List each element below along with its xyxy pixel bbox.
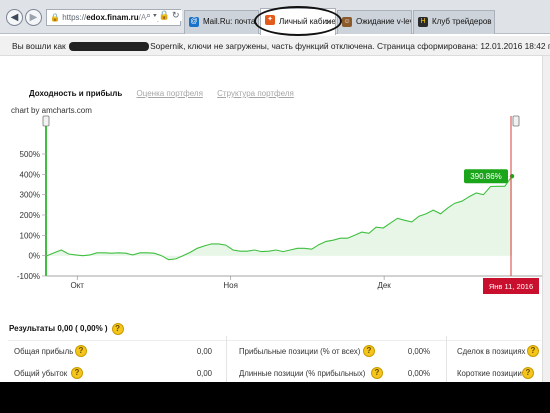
help-icon[interactable]: ?: [522, 367, 534, 379]
tab-mail-ru[interactable]: @ Mail.Ru: почта, пои...: [184, 10, 259, 34]
results-row: Общий убыток ? 0,00 Длинные позиции (% п…: [0, 367, 540, 381]
mail-ru-icon: @: [189, 17, 199, 27]
y-tick-label: -100%: [17, 272, 40, 281]
tab-waiting[interactable]: ☺ Ожидание v-levch...: [337, 10, 412, 34]
results-divider: [8, 340, 541, 341]
wait-icon: ☺: [342, 17, 352, 27]
results-row: Общая прибыль ? 0,00 Прибыльные позиции …: [0, 345, 540, 359]
tab-traders-club[interactable]: H Клуб трейдеров s...: [413, 10, 495, 34]
yield-chart-svg: -100% 0% 100% 200% 300% 400% 500% Окт Ноя Дек 39…: [17, 115, 542, 294]
back-arrow-icon: ◀: [10, 12, 19, 23]
tab-label: Mail.Ru: почта, пои...: [203, 17, 258, 26]
long-positions-value: 0,00%: [407, 369, 430, 378]
traders-club-icon: H: [418, 17, 428, 27]
hand-drawn-circle: [254, 6, 342, 36]
scroll-handle-left: [42, 115, 50, 127]
notice-prefix: Вы вошли как: [12, 41, 66, 51]
y-tick-label: 400%: [20, 170, 40, 179]
trades-in-positions-label: Сделок в позициях: [457, 347, 526, 356]
tab-label: Клуб трейдеров s...: [432, 17, 494, 26]
help-icon[interactable]: ?: [71, 367, 83, 379]
y-tick-label: 0%: [28, 252, 40, 261]
help-icon[interactable]: ?: [527, 345, 539, 357]
help-icon[interactable]: ?: [111, 323, 124, 335]
taskbar: [0, 382, 550, 413]
y-tick-label: 200%: [20, 211, 40, 220]
help-icon[interactable]: ?: [75, 345, 87, 357]
refresh-icon[interactable]: ↻: [172, 10, 182, 20]
back-button[interactable]: ◀: [6, 9, 23, 26]
profitable-positions-label: Прибыльные позиции (% от всех): [239, 347, 361, 356]
y-tick-label: 300%: [20, 191, 40, 200]
value-balloon-label: 390.86%: [470, 172, 502, 181]
total-profit-label: Общая прибыль: [14, 347, 74, 356]
scroll-rail: [45, 116, 47, 276]
total-loss-value: 0,00: [196, 369, 212, 378]
tab-portfolio-valuation[interactable]: Оценка портфеля: [137, 89, 203, 98]
series-area: [47, 176, 512, 260]
search-icon[interactable]: ⌕: [146, 10, 153, 20]
total-profit-value: 0,00: [196, 347, 212, 356]
forward-button[interactable]: ▶: [25, 9, 42, 26]
x-tick-label: Дек: [377, 281, 391, 290]
lock-icon: 🔒: [50, 13, 60, 22]
total-loss-label: Общий убыток: [14, 369, 68, 378]
tab-label: Ожидание v-levch...: [356, 17, 412, 26]
short-positions-label: Короткие позиции: [457, 369, 522, 378]
address-host: edox.finam.ru: [86, 13, 139, 22]
tab-yield-profit[interactable]: Доходность и прибыль: [29, 89, 122, 98]
long-positions-label: Длинные позиции (% прибыльных): [239, 369, 366, 378]
login-notice: Вы вошли как Sopernik, ключи не загружен…: [0, 36, 550, 56]
forward-arrow-icon: ▶: [29, 12, 38, 23]
x-axis: Окт Ноя Дек: [47, 275, 542, 290]
help-icon[interactable]: ?: [363, 345, 375, 357]
results-title: Результаты 0,00 ( 0,00% )?: [9, 323, 124, 335]
cursor-date-label: Янв 11, 2016: [489, 282, 533, 291]
vertical-scrollbar[interactable]: [542, 56, 550, 382]
y-tick-label: 100%: [20, 231, 40, 240]
redacted-username: [69, 42, 150, 52]
data-points: [509, 173, 515, 179]
scroll-handle-right: [512, 115, 520, 127]
last-data-point: [509, 173, 515, 179]
page-tabs: Доходность и прибыль Оценка портфеля Стр…: [29, 89, 306, 98]
notice-text: Sopernik, ключи не загружены, часть функ…: [150, 41, 550, 51]
y-axis: -100% 0% 100% 200% 300% 400% 500%: [17, 115, 520, 281]
help-icon[interactable]: ?: [371, 367, 383, 379]
lock-status-icon[interactable]: 🔒: [159, 10, 172, 20]
results-summary: Результаты 0,00 ( 0,00% ): [9, 324, 108, 334]
y-tick-label: 500%: [20, 150, 40, 159]
browser-chrome: ◀ ▶ 🔒 https://edox.finam.ru/Analytic ⌕▾🔒…: [0, 0, 550, 36]
tab-portfolio-structure[interactable]: Структура портфеля: [217, 89, 294, 98]
address-tools: ⌕▾🔒↻: [146, 10, 182, 21]
profitable-positions-value: 0,00%: [407, 347, 430, 356]
x-tick-label: Окт: [70, 281, 84, 290]
yield-chart: -100% 0% 100% 200% 300% 400% 500% Окт Ноя Дек 39…: [0, 112, 550, 297]
address-protocol: https://: [62, 13, 87, 22]
x-tick-label: Ноя: [223, 281, 238, 290]
